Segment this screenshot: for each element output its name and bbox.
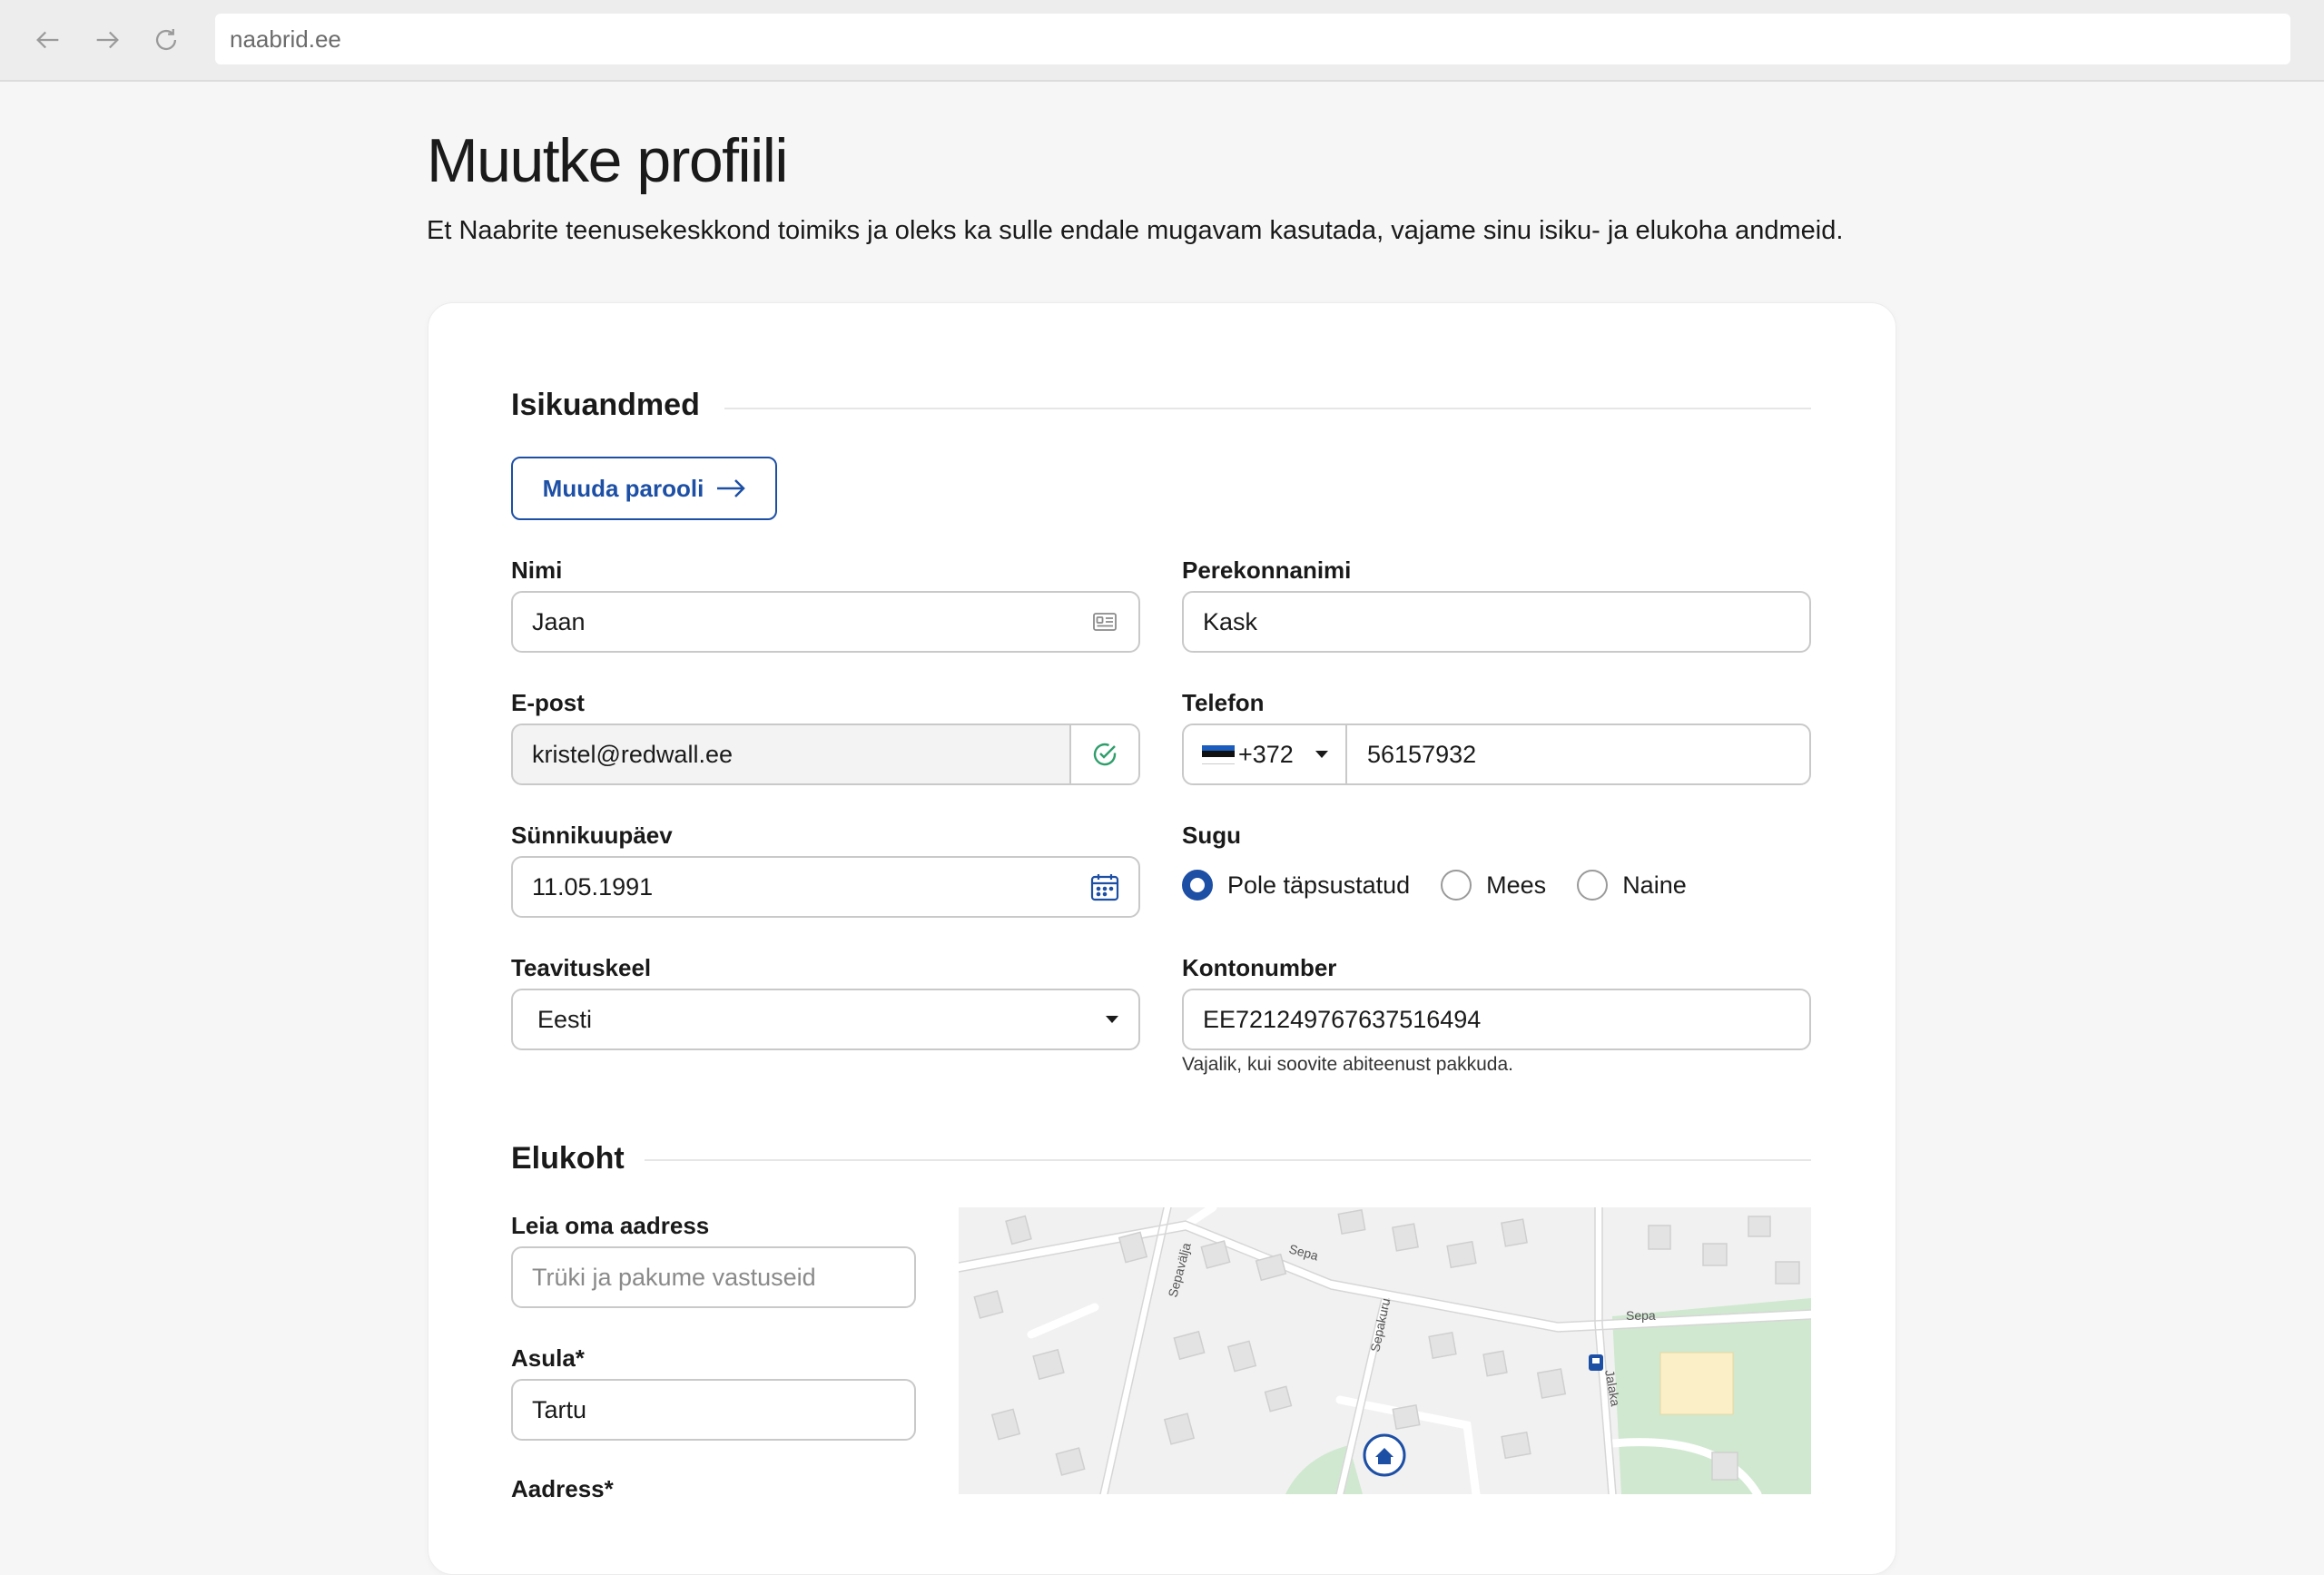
birthdate-label: Sünnikuupäev [511,822,673,849]
chevron-down-icon [1106,1016,1118,1023]
phone-label: Telefon [1182,689,1265,716]
country-code-value: +372 [1238,740,1294,768]
gender-option-unspecified[interactable]: Pole täpsustatud [1182,870,1410,901]
gender-option-label: Pole täpsustatud [1227,871,1411,899]
last-name-value: Kask [1203,607,1258,635]
phone-field[interactable]: +372 56157932 [1182,724,1811,785]
email-label: E-post [511,689,585,716]
birthdate-value: 11.05.1991 [532,872,654,901]
last-name-field[interactable]: Kask [1182,591,1811,653]
first-name-field[interactable]: Jaan [511,591,1140,653]
settlement-label: Asula* [511,1344,585,1372]
email-field[interactable]: kristel@redwall.ee [511,724,1140,785]
account-label: Kontonumber [1182,954,1337,981]
account-number-field[interactable]: EE721249767637516494 [1182,989,1811,1050]
home-marker-icon [1363,1433,1406,1477]
change-password-button[interactable]: Muuda parooli [511,457,777,520]
account-hint: Vajalik, kui soovite abiteenust pakkuda. [1182,1054,1513,1075]
gender-option-label: Mees [1486,871,1547,899]
section-divider [645,1159,1811,1161]
browser-toolbar: naabrid.ee [0,0,2324,82]
back-icon[interactable] [28,20,68,60]
language-select[interactable]: Eesti [511,989,1140,1050]
page-title: Muutke profiili [427,126,789,195]
bus-stop-icon [1589,1354,1603,1371]
address-label: Aadress* [511,1475,614,1502]
address-search-placeholder: Trüki ja pakume vastuseid [532,1263,816,1291]
change-password-label: Muuda parooli [542,474,704,502]
chevron-down-icon [1315,751,1328,758]
section-divider [724,408,1811,409]
address-search-field[interactable]: Trüki ja pakume vastuseid [511,1246,916,1308]
section-title-personal: Isikuandmed [511,388,700,422]
gender-option-female[interactable]: Naine [1577,870,1687,901]
address-map[interactable]: Sepa Sepavälja Sepakuru Sepa Jalaka [959,1207,1811,1494]
reload-icon[interactable] [146,20,186,60]
gender-option-male[interactable]: Mees [1441,870,1546,901]
forward-icon[interactable] [87,20,127,60]
arrow-right-icon [717,479,746,497]
country-code-select[interactable]: +372 [1184,725,1347,783]
birthdate-field[interactable]: 11.05.1991 [511,856,1140,918]
contact-card-icon [1071,593,1138,651]
section-title-residence: Elukoht [511,1141,625,1176]
last-name-label: Perekonnanimi [1182,556,1352,584]
gender-radio-group: Pole täpsustatud Mees Naine [1182,870,1718,901]
estonia-flag-icon [1202,744,1235,764]
email-value: kristel@redwall.ee [532,740,733,768]
radio-unselected[interactable] [1441,870,1472,901]
first-name-label: Nimi [511,556,563,584]
language-label: Teavituskeel [511,954,652,981]
language-value: Eesti [537,1005,593,1033]
map-street-label: Sepa [1626,1308,1656,1323]
radio-selected[interactable] [1182,870,1213,901]
account-number-value: EE721249767637516494 [1203,1005,1482,1033]
radio-unselected[interactable] [1577,870,1609,901]
gender-label: Sugu [1182,822,1241,849]
calendar-icon[interactable] [1071,858,1138,916]
settlement-field[interactable]: Tartu [511,1379,916,1441]
page-intro: Et Naabrite teenusekeskkond toimiks ja o… [427,216,1844,245]
settlement-value: Tartu [532,1395,587,1423]
address-bar[interactable]: naabrid.ee [215,14,2290,64]
check-circle-icon [1069,725,1138,783]
phone-number-value: 56157932 [1367,740,1477,768]
first-name-value: Jaan [532,607,586,635]
address-search-label: Leia oma aadress [511,1212,710,1239]
gender-option-label: Naine [1622,871,1687,899]
